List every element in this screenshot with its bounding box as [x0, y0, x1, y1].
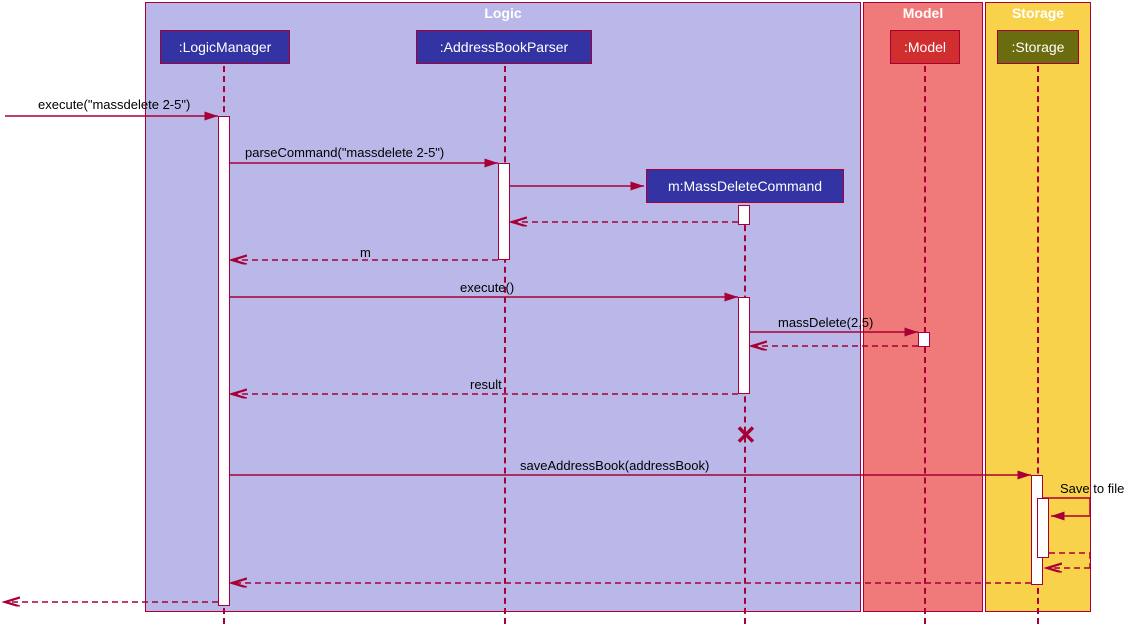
lifeline-mass-delete-command: [744, 205, 746, 624]
frame-title-logic: Logic: [476, 3, 529, 23]
frame-title-storage: Storage: [1004, 3, 1072, 23]
label-return-m: m: [360, 245, 371, 260]
label-mass-delete: massDelete(2,5): [778, 315, 873, 330]
label-save-to-file: Save to file: [1060, 481, 1124, 496]
participant-address-book-parser: :AddressBookParser: [416, 30, 592, 64]
participant-mass-delete-command: m:MassDeleteCommand: [646, 169, 844, 203]
activation-mass-delete-command-1: [738, 205, 750, 225]
destroy-icon: ✕: [735, 420, 757, 451]
frame-title-model: Model: [895, 3, 951, 23]
frame-model: Model: [863, 2, 983, 612]
frame-logic: Logic: [145, 2, 861, 612]
activation-mass-delete-command-2: [738, 297, 750, 394]
activation-address-book-parser: [498, 163, 510, 260]
activation-storage-inner: [1037, 498, 1049, 558]
lifeline-address-book-parser: [504, 66, 506, 624]
participant-storage: :Storage: [997, 30, 1079, 64]
label-execute-empty: execute(): [460, 280, 514, 295]
activation-model: [918, 332, 930, 347]
label-result: result: [470, 377, 502, 392]
label-parse-command: parseCommand("massdelete 2-5"): [245, 145, 444, 160]
participant-model: :Model: [890, 30, 960, 64]
participant-logic-manager: :LogicManager: [160, 30, 290, 64]
activation-logic-manager: [218, 116, 230, 606]
label-execute-in: execute("massdelete 2-5"): [38, 97, 190, 112]
label-save-address-book: saveAddressBook(addressBook): [520, 458, 709, 473]
